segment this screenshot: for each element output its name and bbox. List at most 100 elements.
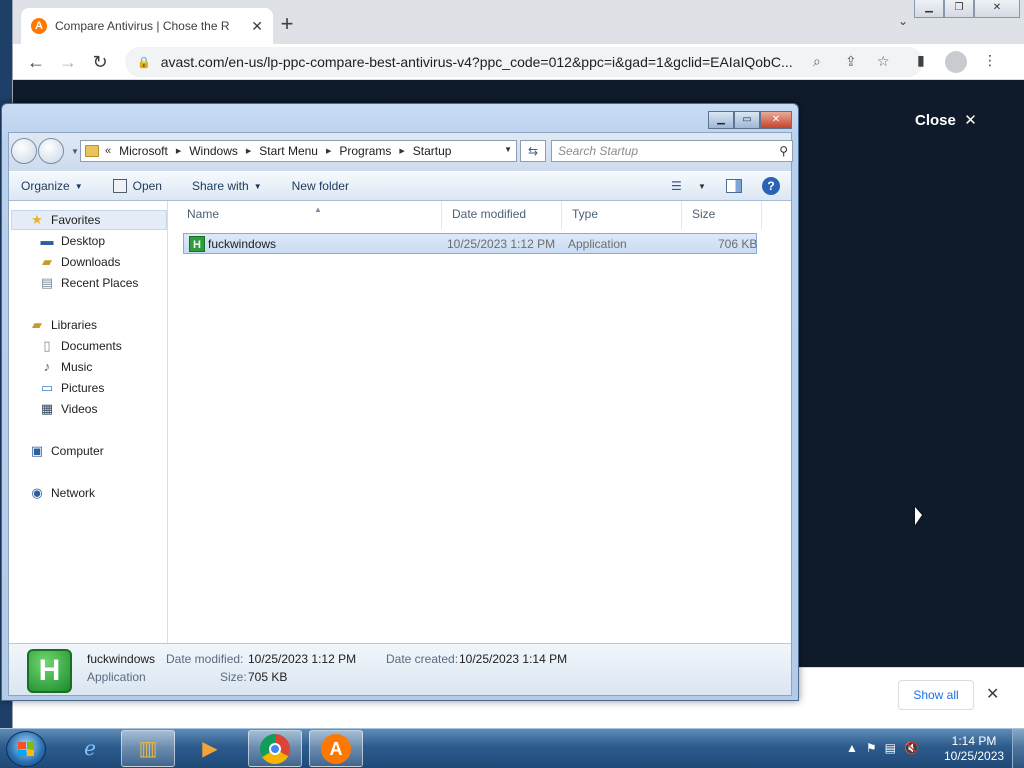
- internet-explorer-icon[interactable]: ℯ: [63, 730, 117, 767]
- details-pane: H fuckwindows Application Date modified:…: [9, 643, 791, 695]
- zoom-search-icon[interactable]: ⌕: [813, 53, 821, 70]
- address-bar[interactable]: 🔒 avast.com/en-us/lp-ppc-compare-best-an…: [125, 47, 923, 77]
- breadcrumb-separator-icon[interactable]: ▶: [176, 147, 181, 155]
- side-panel-icon[interactable]: ▮: [917, 52, 925, 69]
- change-view-icon[interactable]: ☰: [671, 179, 682, 193]
- recent-pages-dropdown-icon[interactable]: ▼: [71, 147, 79, 156]
- breadcrumb-programs[interactable]: Programs: [339, 144, 391, 158]
- navigation-pane: ★ Favorites ▬ Desktop ▰ Downloads ▤ Recent P…: [9, 201, 168, 643]
- media-player-icon[interactable]: ▶: [183, 730, 237, 767]
- forward-icon[interactable]: →: [57, 52, 79, 72]
- file-list: Name ▲ Date modified Type Size H fuckwind…: [169, 201, 791, 643]
- forward-button[interactable]: [38, 138, 64, 164]
- sidebar-item-pictures[interactable]: ▭ Pictures: [39, 381, 105, 396]
- share-with-button[interactable]: Share with ▼: [192, 179, 262, 193]
- share-icon[interactable]: ⇪: [845, 53, 857, 70]
- organize-button[interactable]: Organize ▼: [21, 179, 83, 193]
- application-large-icon: H: [27, 649, 72, 693]
- search-input[interactable]: Search Startup ⚲: [551, 140, 793, 162]
- sidebar-item-label: Network: [51, 486, 96, 500]
- open-label: Open: [132, 179, 162, 193]
- back-button[interactable]: [11, 138, 37, 164]
- taskbar: ℯ ▥ ▶ A ▲ ⚑ ▤ 🔇 1:14 PM 10/25/2023: [0, 728, 1024, 768]
- sidebar-item-documents[interactable]: ▯ Documents: [39, 338, 121, 354]
- explorer-close-button[interactable]: ✕: [760, 111, 792, 129]
- nav-buttons: [11, 138, 65, 164]
- explorer-maximize-button[interactable]: ▭: [734, 111, 760, 129]
- view-options-dropdown-icon[interactable]: ▼: [698, 182, 706, 191]
- sidebar-item-network[interactable]: ◉ Network: [29, 486, 96, 501]
- chrome-restore-button[interactable]: ❐: [944, 0, 974, 18]
- bookmark-star-icon[interactable]: ☆: [877, 53, 890, 70]
- new-folder-button[interactable]: New folder: [292, 179, 349, 193]
- tab-search-icon[interactable]: ⌄: [898, 14, 908, 28]
- show-all-button[interactable]: Show all: [898, 680, 974, 710]
- column-header-name[interactable]: Name ▲: [177, 201, 442, 229]
- breadcrumb-start-menu[interactable]: Start Menu: [259, 144, 318, 158]
- breadcrumb-windows[interactable]: Windows: [189, 144, 238, 158]
- breadcrumb-microsoft[interactable]: Microsoft: [119, 144, 168, 158]
- tab-strip: A Compare Antivirus | Chose the R ✕ + ⌄ …: [13, 0, 1024, 44]
- overflow-chevron-icon[interactable]: «: [105, 145, 111, 157]
- clock[interactable]: 1:14 PM 10/25/2023: [944, 734, 1004, 764]
- avast-icon: A: [321, 733, 351, 764]
- sidebar-item-label: Computer: [51, 444, 104, 458]
- documents-icon: ▯: [43, 338, 51, 353]
- breadcrumb-separator-icon[interactable]: ▶: [399, 147, 404, 155]
- column-header-size[interactable]: Size: [682, 201, 762, 229]
- table-row[interactable]: H fuckwindows 10/25/2023 1:12 PM Applica…: [183, 233, 757, 254]
- url-text[interactable]: avast.com/en-us/lp-ppc-compare-best-anti…: [161, 54, 821, 70]
- sidebar-item-libraries[interactable]: ▰ Libraries: [29, 318, 97, 333]
- tab-close-icon[interactable]: ✕: [251, 18, 263, 35]
- show-desktop-button[interactable]: [1012, 729, 1024, 768]
- search-placeholder[interactable]: Search Startup: [558, 144, 779, 158]
- sidebar-item-computer[interactable]: ▣ Computer: [29, 444, 104, 459]
- chrome-minimize-button[interactable]: ▁: [914, 0, 944, 18]
- sidebar-item-desktop[interactable]: ▬ Desktop: [39, 234, 106, 249]
- lock-icon[interactable]: 🔒: [137, 56, 151, 69]
- details-file-name: fuckwindows: [87, 652, 156, 666]
- back-icon[interactable]: ←: [25, 52, 47, 72]
- sidebar-item-videos[interactable]: ▦ Videos: [39, 401, 98, 417]
- command-bar: Organize ▼ Open Share with ▼ New folder ☰ …: [9, 171, 791, 201]
- start-button[interactable]: [6, 731, 46, 767]
- search-icon[interactable]: ⚲: [779, 144, 788, 158]
- column-header-type[interactable]: Type: [562, 201, 682, 229]
- breadcrumb-startup[interactable]: Startup: [413, 144, 452, 158]
- browser-tab[interactable]: A Compare Antivirus | Chose the R ✕: [21, 8, 273, 44]
- new-tab-button[interactable]: +: [275, 12, 299, 36]
- address-dropdown-icon[interactable]: ▼: [504, 145, 512, 154]
- refresh-button[interactable]: ⇆: [520, 140, 546, 162]
- sidebar-item-label: Pictures: [61, 381, 105, 395]
- avast-taskbar-button[interactable]: A: [309, 730, 363, 767]
- address-row: ▼ « Microsoft ▶ Windows ▶ Start Menu ▶ P…: [9, 133, 793, 171]
- sidebar-item-music[interactable]: ♪ Music: [39, 360, 93, 375]
- volume-muted-icon[interactable]: 🔇: [904, 741, 919, 755]
- breadcrumb-separator-icon[interactable]: ▶: [246, 147, 251, 155]
- profile-avatar[interactable]: [945, 51, 967, 73]
- open-button[interactable]: Open: [112, 179, 162, 193]
- chrome-taskbar-button[interactable]: [248, 730, 302, 767]
- sidebar-item-downloads[interactable]: ▰ Downloads: [39, 255, 120, 270]
- breadcrumb[interactable]: « Microsoft ▶ Windows ▶ Start Menu ▶ Pro…: [80, 140, 517, 162]
- clock-time: 1:14 PM: [951, 734, 997, 748]
- sidebar-item-favorites[interactable]: ★ Favorites: [29, 213, 100, 228]
- network-status-icon[interactable]: ▤: [885, 741, 896, 755]
- videos-icon: ▦: [40, 401, 54, 416]
- explorer-minimize-button[interactable]: ▁: [708, 111, 734, 129]
- sidebar-item-recent-places[interactable]: ▤ Recent Places: [39, 276, 139, 291]
- show-hidden-icons-icon[interactable]: ▲: [846, 741, 858, 755]
- breadcrumb-separator-icon[interactable]: ▶: [326, 147, 331, 155]
- reload-icon[interactable]: ↻: [89, 52, 111, 72]
- page-close-button[interactable]: Close ✕: [915, 111, 977, 129]
- action-center-icon[interactable]: ⚑: [866, 741, 877, 755]
- file-explorer-taskbar-button[interactable]: ▥: [121, 730, 175, 767]
- preview-pane-icon[interactable]: [726, 179, 742, 193]
- file-size: 706 KB: [718, 237, 758, 251]
- download-bar-close-icon[interactable]: ✕: [986, 684, 999, 704]
- details-date-modified-label: Date modified:: [166, 652, 244, 666]
- chrome-close-button[interactable]: ✕: [974, 0, 1020, 18]
- column-header-date-modified[interactable]: Date modified: [442, 201, 562, 229]
- chrome-menu-icon[interactable]: ⋮: [983, 52, 997, 69]
- help-icon[interactable]: ?: [762, 177, 780, 195]
